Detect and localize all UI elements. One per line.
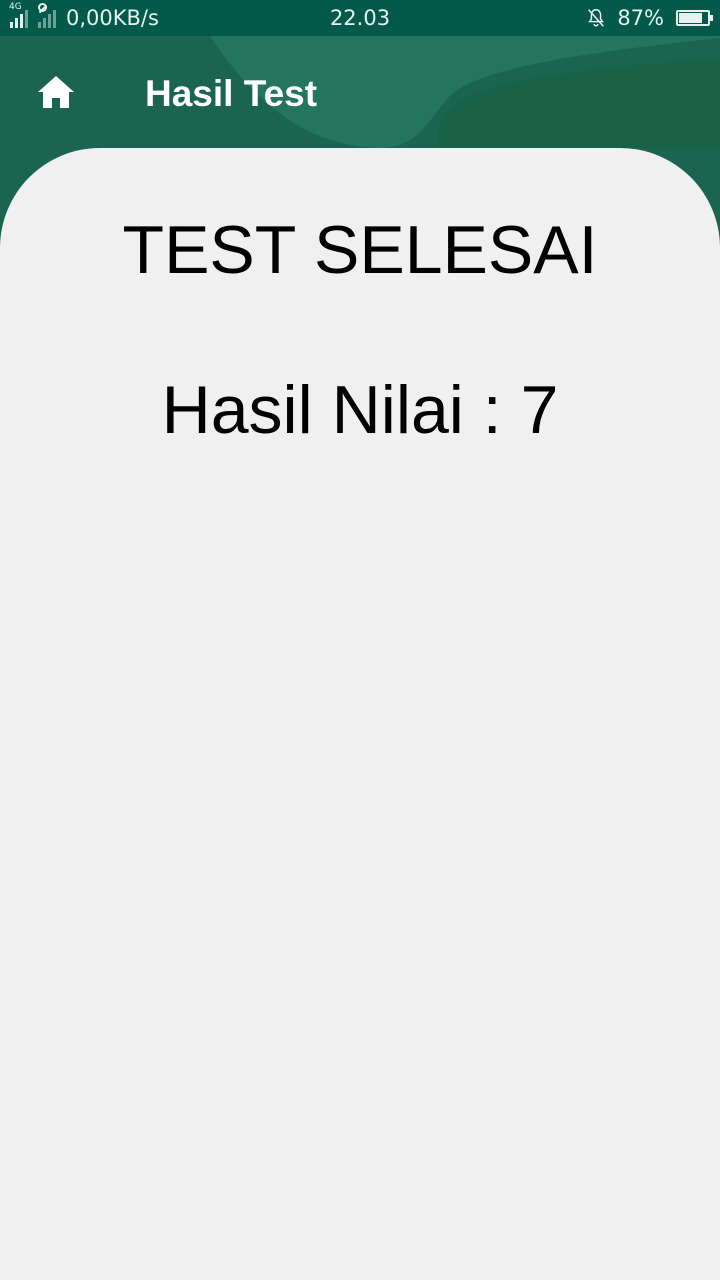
result-heading: TEST SELESAI	[122, 212, 598, 288]
home-button[interactable]	[36, 74, 76, 110]
score-text: Hasil Nilai : 7	[161, 372, 559, 448]
result-card: TEST SELESAI Hasil Nilai : 7	[0, 148, 720, 1280]
status-right: 87%	[585, 0, 713, 36]
bell-muted-icon	[588, 9, 605, 27]
battery-fill	[679, 13, 702, 23]
battery-percent: 87%	[617, 6, 664, 30]
battery-icon	[676, 10, 713, 26]
status-bar: 4G 0,00KB/s 22.03 87%	[0, 0, 720, 36]
page-title: Hasil Test	[145, 73, 318, 114]
